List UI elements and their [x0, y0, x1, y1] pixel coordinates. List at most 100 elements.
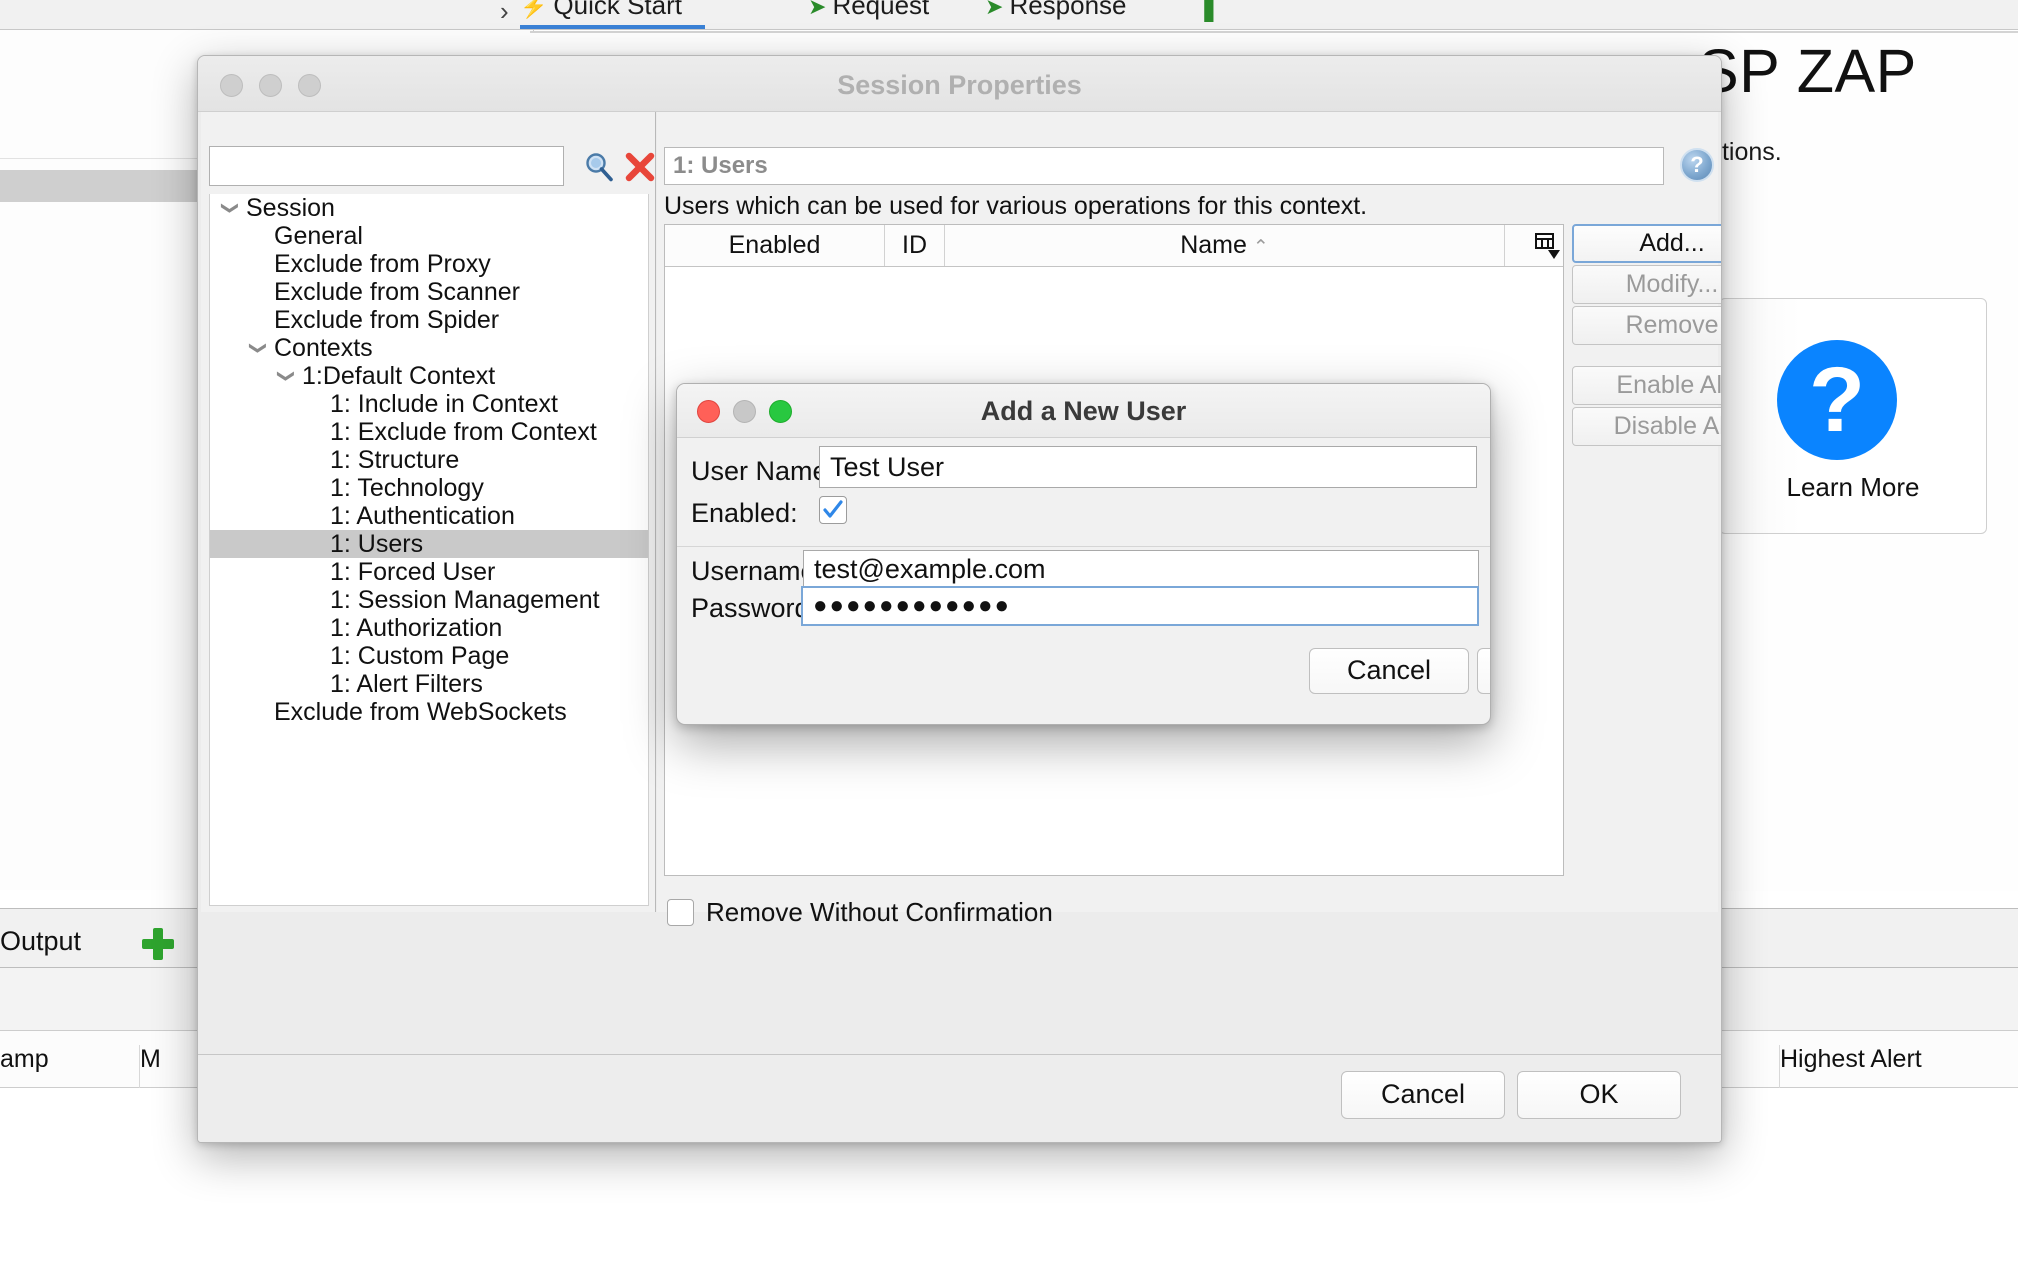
chevron-down-icon[interactable]: ❯ [244, 338, 272, 358]
tree-item[interactable]: 1: Include in Context [210, 390, 648, 418]
output-tab-label[interactable]: Output [0, 926, 81, 957]
session-tree[interactable]: ❯ Session General Exclude from Proxy Exclude… [209, 194, 649, 906]
help-question-icon[interactable]: ? [1680, 148, 1714, 182]
column-header-enabled[interactable]: Enabled [665, 225, 885, 266]
tree-item[interactable]: 1: Structure [210, 446, 648, 474]
tree-item[interactable]: 1: Forced User [210, 558, 648, 586]
green-plus-icon[interactable] [142, 928, 174, 960]
tree-item[interactable]: ❯ Contexts [210, 334, 648, 362]
tab-request-label: Request [832, 0, 930, 20]
dialog-separator [677, 546, 1490, 547]
main-tab-bar: › ⚡ Quick Start ➤ Request ➤ Response ▐ [0, 0, 2018, 30]
tree-search-row [209, 146, 657, 188]
column-header-name-label: Name [1180, 231, 1247, 259]
alert-col-timestamp[interactable]: amp [0, 1045, 140, 1089]
tree-item[interactable]: General [210, 222, 648, 250]
tree-item[interactable]: 1: Authorization [210, 614, 648, 642]
tree-item[interactable]: Exclude from Spider [210, 306, 648, 334]
tree-item[interactable]: Exclude from Proxy [210, 250, 648, 278]
ok-button[interactable]: OK [1517, 1071, 1681, 1119]
tree-item[interactable]: 1: Authentication [210, 502, 648, 530]
selected-site-row[interactable] [0, 170, 200, 202]
tree-item[interactable]: 1: Custom Page [210, 642, 648, 670]
users-action-buttons: Add... Modify... Remove Enable All Disable A… [1572, 224, 1721, 448]
chevron-down-icon[interactable]: ❯ [272, 366, 300, 386]
session-properties-footer: Cancel OK [198, 1054, 1721, 1142]
tree-item-label: 1: Include in Context [330, 390, 558, 418]
tree-item[interactable]: 1: Session Management [210, 586, 648, 614]
panel-divider [0, 158, 205, 159]
enabled-label: Enabled: [691, 498, 798, 528]
tree-item-label: Exclude from WebSockets [274, 698, 567, 726]
tab-response[interactable]: ➤ Response [985, 0, 1127, 21]
column-config-icon[interactable] [1534, 232, 1560, 260]
tree-item[interactable]: 1: Alert Filters [210, 670, 648, 698]
tree-item[interactable]: ❯ 1:Default Context [210, 362, 648, 390]
tree-item[interactable]: 1: Users [210, 530, 648, 558]
column-header-name[interactable]: Name ⌃ [945, 225, 1505, 266]
lightning-icon: ⚡ [520, 0, 548, 19]
tree-item-label: Contexts [274, 334, 373, 362]
remove-without-confirmation-label: Remove Without Confirmation [706, 896, 1053, 927]
session-properties-titlebar: Session Properties [198, 56, 1721, 112]
tree-item[interactable]: Exclude from WebSockets [210, 698, 648, 726]
search-input[interactable] [209, 146, 564, 186]
red-x-icon[interactable] [623, 150, 657, 184]
session-tree-pane: ❯ Session General Exclude from Proxy Exclude… [201, 112, 656, 912]
add-new-user-dialog: Add a New User User Name: Enabled: Usern… [676, 383, 1491, 725]
tab-response-label: Response [1009, 0, 1127, 20]
tree-item-label: 1: Exclude from Context [330, 418, 597, 446]
dialog-cancel-button[interactable]: Cancel [1309, 648, 1469, 694]
tree-item-label: 1: Structure [330, 446, 460, 474]
enable-all-button: Enable All [1572, 366, 1721, 405]
green-arrow-right-icon: ➤ [808, 0, 827, 19]
remove-without-confirmation-row[interactable]: Remove Without Confirmation [667, 892, 1367, 932]
tree-item-label: 1: Authentication [330, 502, 515, 530]
password-input[interactable] [801, 586, 1479, 626]
tree-item-label: 1: Technology [330, 474, 484, 502]
tab-request[interactable]: ➤ Request [808, 0, 929, 21]
tree-item[interactable]: 1: Exclude from Context [210, 418, 648, 446]
tree-item-label: General [274, 222, 363, 250]
tab-extra-icon[interactable]: ▐ [1195, 0, 1213, 21]
tab-overflow-chevron-icon[interactable]: › [500, 0, 509, 27]
tree-item-label: 1: Authorization [330, 614, 503, 642]
tree-item-label: Exclude from Scanner [274, 278, 520, 306]
username-input[interactable] [803, 550, 1479, 588]
tree-item-label: 1: Custom Page [330, 642, 510, 670]
tree-item[interactable]: Exclude from Scanner [210, 278, 648, 306]
learn-more-label: Learn More [1786, 472, 1920, 502]
tree-item-label: 1:Default Context [302, 362, 496, 390]
question-mark-icon: ? [1777, 340, 1897, 460]
tree-item-label: 1: Forced User [330, 558, 496, 586]
breadcrumb: 1: Users [664, 147, 1664, 185]
tree-item[interactable]: ❯ Session [210, 194, 648, 222]
dialog-add-button[interactable]: Add [1477, 648, 1490, 694]
tree-item-label: Exclude from Proxy [274, 250, 491, 278]
tree-item-label: Session [246, 194, 335, 222]
remove-without-confirmation-checkbox[interactable] [667, 898, 694, 926]
alert-col-highest-alert[interactable]: Highest Alert [1780, 1045, 2018, 1089]
user-name-input[interactable] [819, 446, 1477, 488]
page-title: SP ZAP [1698, 37, 1917, 105]
users-table-header: Enabled ID Name ⌃ [665, 225, 1563, 267]
add-user-titlebar: Add a New User [677, 384, 1490, 438]
cancel-button[interactable]: Cancel [1341, 1071, 1505, 1119]
column-header-id[interactable]: ID [885, 225, 945, 266]
tab-quick-start-label: Quick Start [553, 0, 682, 20]
disable-all-button: Disable All [1572, 407, 1721, 446]
enabled-checkbox[interactable] [819, 496, 847, 524]
session-properties-title: Session Properties [837, 70, 1082, 100]
chevron-down-icon[interactable]: ❯ [216, 198, 244, 218]
tab-quick-start[interactable]: ⚡ Quick Start [520, 0, 682, 21]
user-name-label: User Name: [691, 456, 836, 486]
add-button[interactable]: Add... [1572, 224, 1721, 263]
tree-item-label: 1: Users [330, 530, 424, 558]
magnifier-icon[interactable] [583, 151, 615, 183]
add-user-dialog-title: Add a New User [980, 396, 1187, 426]
active-tab-indicator [520, 25, 705, 29]
remove-button: Remove [1572, 306, 1721, 345]
tree-item[interactable]: 1: Technology [210, 474, 648, 502]
tree-item-label: 1: Session Management [330, 586, 600, 614]
green-arrow-left-icon: ➤ [985, 0, 1004, 19]
